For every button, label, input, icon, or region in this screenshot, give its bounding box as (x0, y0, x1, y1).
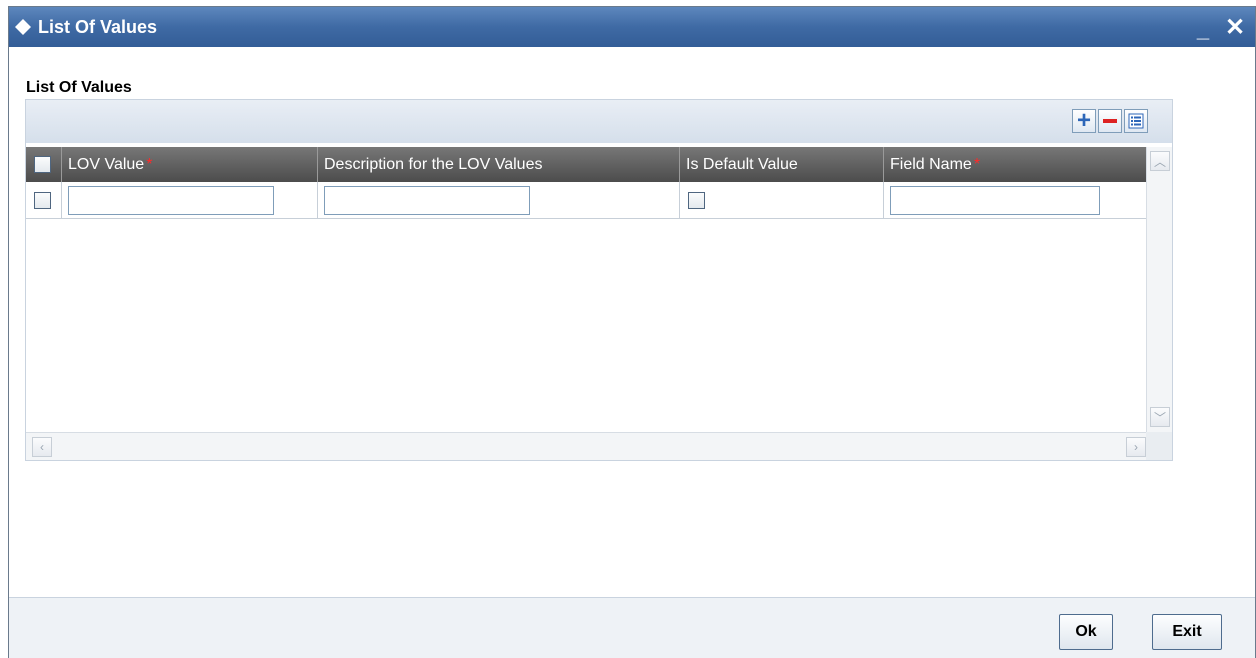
required-marker: * (146, 155, 153, 173)
scroll-down-button[interactable]: ﹀ (1150, 407, 1170, 427)
ok-button[interactable]: Ok (1059, 614, 1113, 650)
is-default-cell (680, 182, 884, 219)
footer-bar: Ok Exit (9, 597, 1255, 658)
chevron-up-icon: ︿ (1153, 154, 1166, 169)
required-marker: * (973, 155, 981, 173)
chevron-right-icon: › (1134, 440, 1138, 454)
column-header-field-name[interactable]: Field Name * (884, 147, 1146, 182)
description-cell (318, 182, 680, 219)
exit-button[interactable]: Exit (1152, 614, 1222, 650)
grid-toolbar: + (26, 100, 1172, 143)
row-select-checkbox[interactable] (34, 192, 51, 209)
lov-value-cell (62, 182, 318, 219)
column-label: Field Name (890, 155, 972, 173)
column-header-description[interactable]: Description for the LOV Values (318, 147, 680, 182)
vertical-scrollbar[interactable]: ︿ ﹀ (1146, 147, 1172, 432)
window-title: List Of Values (38, 16, 158, 37)
scroll-right-button[interactable]: › (1126, 437, 1146, 457)
column-label: Description for the LOV Values (324, 155, 543, 173)
scrollbar-corner (1146, 432, 1172, 460)
lov-grid: + LOV Value * Description for the LOV Va… (25, 99, 1173, 461)
close-button[interactable]: ✕ (1221, 13, 1249, 42)
field-name-input[interactable] (890, 186, 1100, 215)
column-label: LOV Value (68, 155, 145, 173)
title-bar: List Of Values _ ✕ (9, 7, 1255, 47)
select-all-checkbox[interactable] (34, 156, 51, 173)
diamond-icon (14, 18, 32, 36)
chevron-down-icon: ﹀ (1153, 410, 1166, 425)
plus-icon: + (1076, 107, 1091, 134)
minimize-button[interactable]: _ (1191, 14, 1215, 41)
is-default-checkbox[interactable] (688, 192, 705, 209)
list-of-values-window: List Of Values _ ✕ List Of Values + LOV … (8, 6, 1256, 658)
minus-icon (1103, 119, 1117, 123)
description-input[interactable] (324, 186, 530, 215)
column-label: Is Default Value (686, 155, 798, 173)
single-view-button[interactable] (1124, 109, 1148, 133)
field-name-cell (884, 182, 1146, 219)
list-view-icon (1128, 113, 1144, 129)
select-all-cell (26, 147, 62, 182)
delete-row-button[interactable] (1098, 109, 1122, 133)
column-header-is-default[interactable]: Is Default Value (680, 147, 884, 182)
table-header: LOV Value * Description for the LOV Value… (26, 147, 1146, 182)
row-select-cell (26, 182, 62, 219)
scroll-up-button[interactable]: ︿ (1150, 151, 1170, 171)
chevron-left-icon: ‹ (40, 440, 44, 454)
section-title: List Of Values (26, 79, 132, 96)
table-row (26, 182, 1146, 219)
horizontal-scrollbar[interactable]: ‹ › (26, 432, 1172, 460)
scroll-left-button[interactable]: ‹ (32, 437, 52, 457)
lov-value-input[interactable] (68, 186, 274, 215)
add-row-button[interactable]: + (1072, 109, 1096, 133)
column-header-lov-value[interactable]: LOV Value * (62, 147, 318, 182)
